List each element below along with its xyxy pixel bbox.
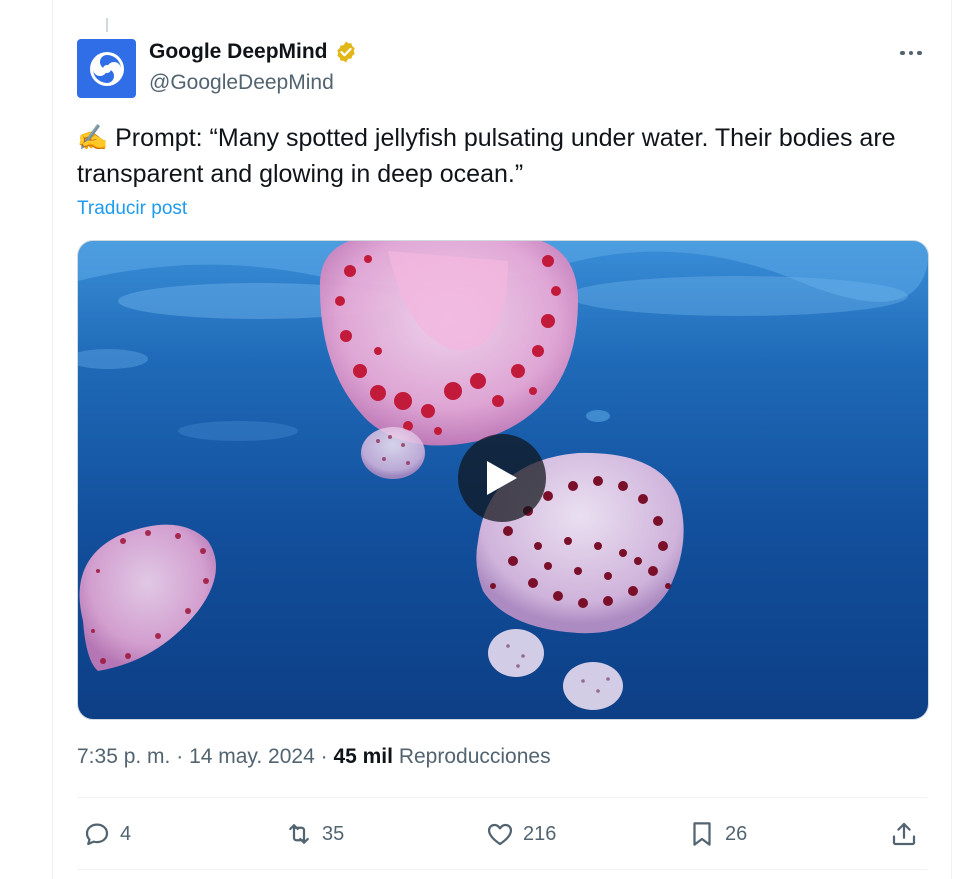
repost-button[interactable]: 35 [284, 812, 344, 856]
views-label: Reproducciones [392, 745, 551, 768]
translate-post-link[interactable]: Traducir post [77, 198, 187, 220]
bookmark-icon [693, 822, 711, 846]
thread-line [106, 18, 108, 32]
like-button[interactable]: 216 [485, 812, 556, 856]
like-count: 216 [523, 822, 557, 845]
meta-separator: · [170, 745, 190, 768]
tweet-text: ✍️ Prompt: “Many spotted jellyfish pulsa… [77, 124, 896, 188]
more-dot-icon [908, 50, 914, 56]
play-button[interactable] [458, 434, 546, 522]
more-options-button[interactable] [893, 38, 929, 68]
author-handle[interactable]: @GoogleDeepMind [149, 71, 334, 95]
author-name-row[interactable]: Google DeepMind [149, 40, 358, 64]
reply-button[interactable]: 4 [82, 812, 131, 856]
verified-badge-icon[interactable] [334, 40, 358, 64]
post-time[interactable]: 7:35 p. m. [77, 745, 170, 768]
action-bar: 4 35 216 26 [77, 812, 927, 856]
repost-icon [289, 824, 309, 844]
video-player[interactable] [77, 240, 929, 720]
bookmark-button[interactable]: 26 [687, 812, 747, 856]
more-dot-icon [900, 50, 905, 56]
divider [77, 797, 927, 798]
heart-icon [487, 823, 513, 846]
author-name[interactable]: Google DeepMind [149, 40, 328, 64]
more-dot-icon [917, 50, 922, 56]
view-count: 45 mil [333, 745, 393, 768]
play-icon [487, 461, 517, 495]
avatar[interactable] [77, 39, 136, 98]
deepmind-logo-icon [89, 51, 124, 86]
repost-count: 35 [322, 822, 345, 845]
share-icon [892, 822, 916, 846]
meta-separator: · [314, 745, 334, 768]
divider [77, 869, 927, 870]
share-button[interactable] [889, 812, 919, 856]
tweet-card: Google DeepMind @GoogleDeepMind ✍️ Promp… [52, 0, 952, 879]
post-date[interactable]: 14 may. 2024 [189, 745, 315, 768]
reply-count: 4 [120, 822, 132, 845]
reply-icon [85, 823, 109, 846]
bookmark-count: 26 [725, 822, 748, 845]
post-meta: 7:35 p. m. · 14 may. 2024 · 45 mil Repro… [77, 745, 551, 769]
